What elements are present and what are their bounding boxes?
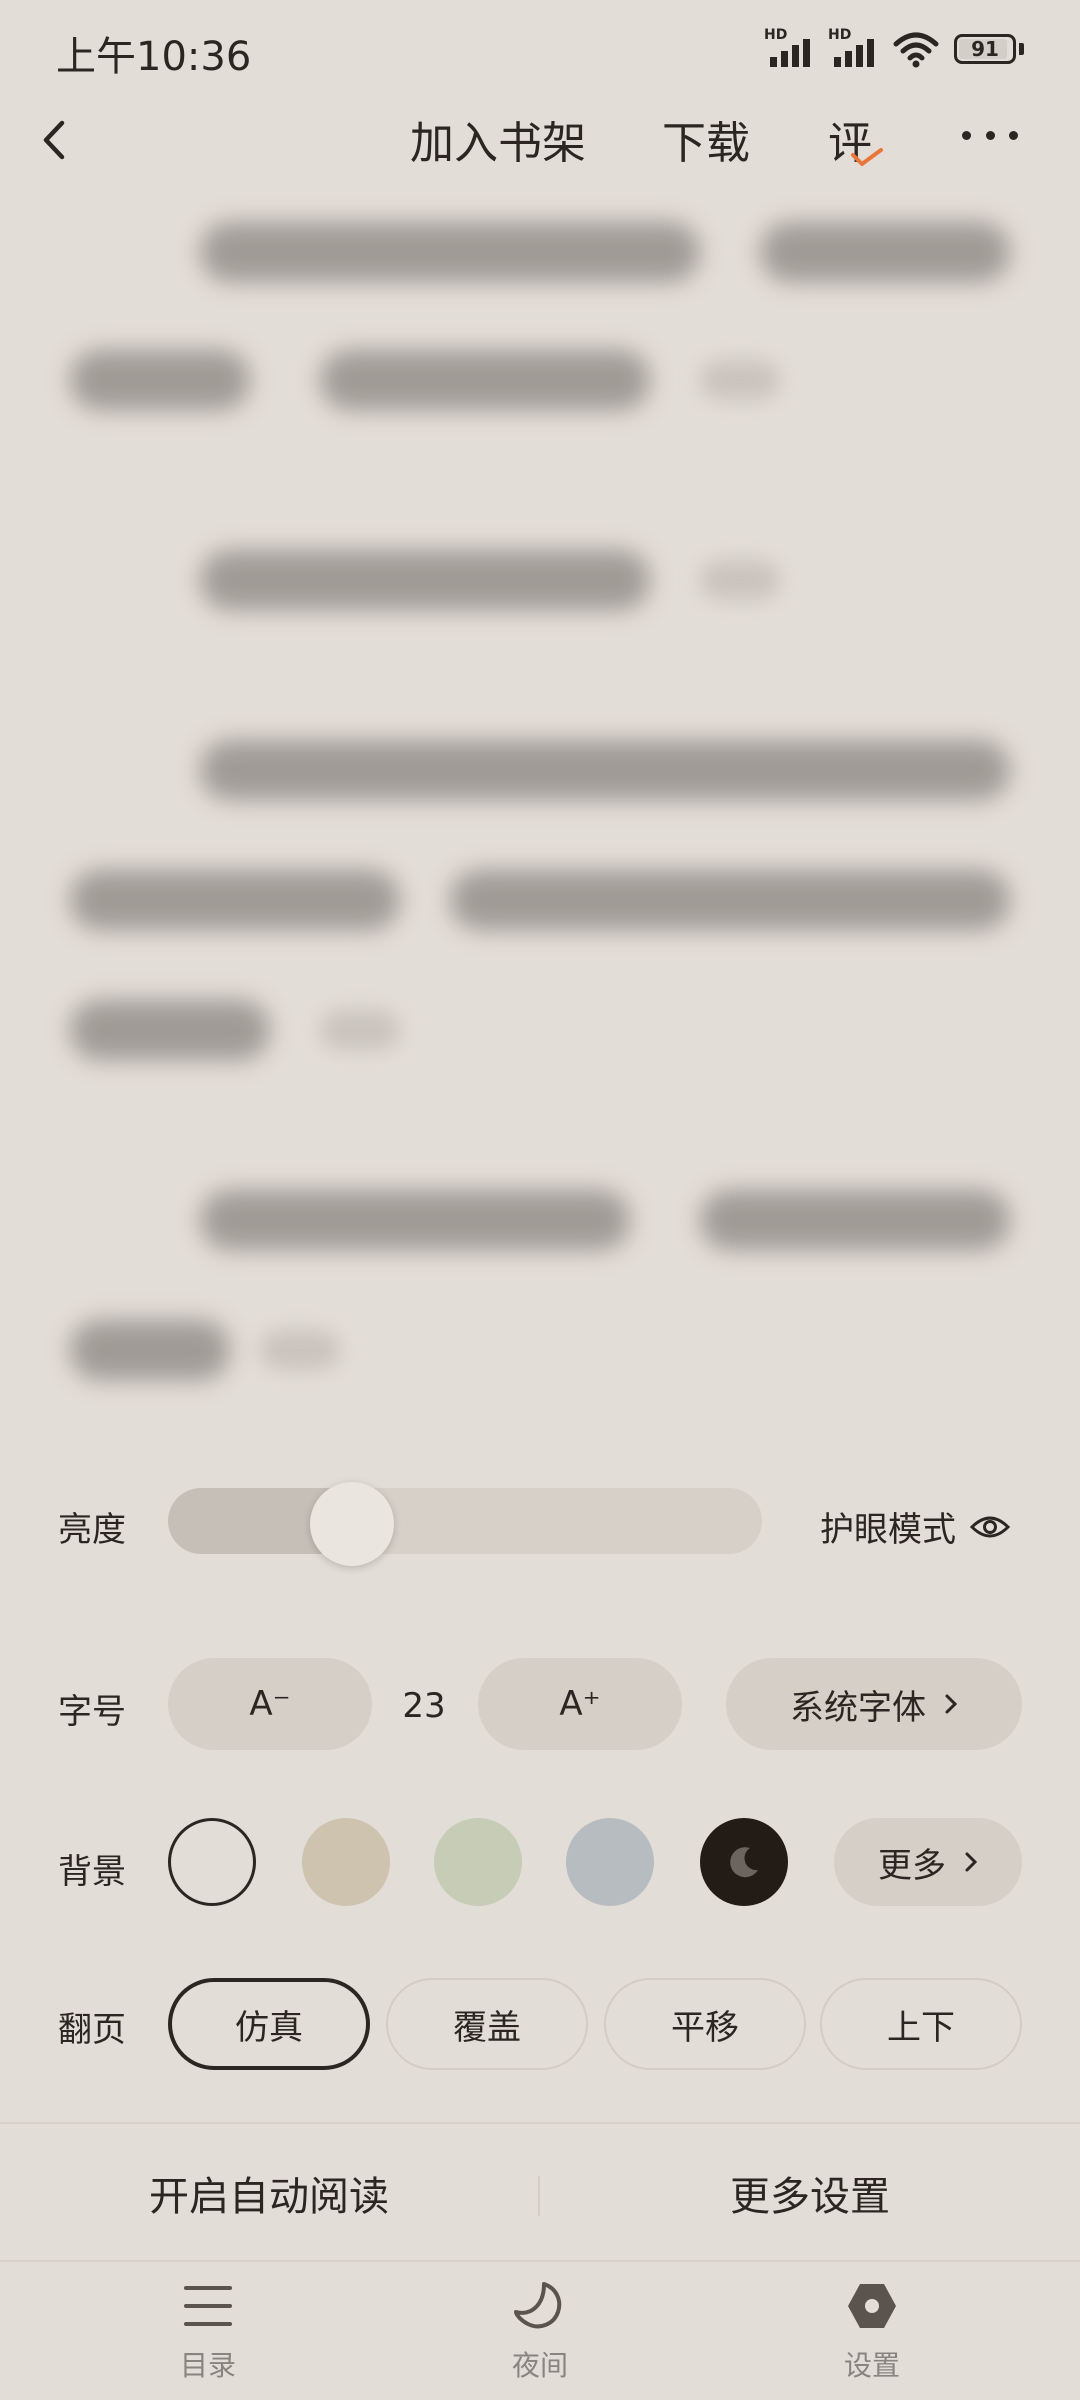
battery-level: 91 xyxy=(971,37,999,61)
background-more-label: 更多 xyxy=(878,1845,946,1886)
font-family-label: 系统字体 xyxy=(790,1687,926,1728)
wifi-icon xyxy=(893,32,939,68)
more-settings-button[interactable]: 更多设置 xyxy=(540,2128,1080,2258)
bottom-nav: 目录 夜间 设置 xyxy=(0,2262,1080,2400)
font-size-label: 字号 xyxy=(58,1692,126,1732)
battery-icon: 91 xyxy=(954,34,1024,64)
status-time: 上午10:36 xyxy=(56,34,252,80)
settings-hexagon-icon xyxy=(848,2284,896,2328)
auto-read-button[interactable]: 开启自动阅读 xyxy=(0,2128,538,2258)
nav-label-toc: 目录 xyxy=(179,2349,236,2382)
nav-item-night[interactable]: 夜间 xyxy=(440,2262,640,2400)
eye-icon xyxy=(970,1516,1010,1537)
eye-protection-toggle[interactable]: 护眼模式 xyxy=(820,1502,1010,1551)
background-swatch-green[interactable] xyxy=(434,1818,522,1906)
status-icons: HD HD 91 xyxy=(764,27,1024,68)
background-swatch-dark[interactable] xyxy=(700,1818,788,1906)
background-more-button[interactable]: 更多 xyxy=(834,1818,1022,1906)
background-swatch-blue[interactable] xyxy=(566,1818,654,1906)
reader-screen: 上午10:36 HD HD 91 加入书架 下载 评 亮度 护眼模式 字号 A⁻… xyxy=(0,0,1080,2400)
nav-label-settings: 设置 xyxy=(843,2349,900,2382)
font-increase-button[interactable]: A⁺ xyxy=(478,1658,682,1750)
page-flip-option-slide[interactable]: 平移 xyxy=(604,1978,806,2070)
divider xyxy=(0,2122,1080,2124)
font-family-button[interactable]: 系统字体 xyxy=(726,1658,1022,1750)
chevron-right-icon xyxy=(945,1694,958,1714)
font-size-value: 23 xyxy=(402,1686,446,1726)
list-icon xyxy=(184,2286,232,2326)
reading-content-blurred[interactable] xyxy=(0,190,1080,1430)
page-flip-label: 翻页 xyxy=(58,2010,126,2050)
brightness-slider[interactable] xyxy=(168,1488,762,1554)
page-flip-option-cover[interactable]: 覆盖 xyxy=(386,1978,588,2070)
chevron-right-icon xyxy=(965,1852,978,1872)
page-flip-option-simulate[interactable]: 仿真 xyxy=(168,1978,370,2070)
more-options-icon[interactable] xyxy=(962,125,1018,145)
download-button[interactable]: 下载 xyxy=(662,107,750,171)
status-bar: 上午10:36 HD HD 91 xyxy=(0,0,1080,90)
add-to-shelf-button[interactable]: 加入书架 xyxy=(410,107,586,171)
moon-icon xyxy=(730,1847,758,1878)
moon-icon xyxy=(514,2282,562,2329)
background-swatch-white[interactable] xyxy=(168,1818,256,1906)
brightness-slider-handle[interactable] xyxy=(310,1482,395,1566)
signal-icon: HD xyxy=(828,27,878,67)
nav-item-toc[interactable]: 目录 xyxy=(108,2262,308,2400)
reader-top-bar: 加入书架 下载 评 xyxy=(0,95,1080,185)
nav-label-night: 夜间 xyxy=(511,2349,568,2382)
back-icon[interactable] xyxy=(30,115,80,165)
review-check-icon xyxy=(851,148,883,166)
eye-protection-label: 护眼模式 xyxy=(820,1510,956,1550)
background-label: 背景 xyxy=(58,1852,126,1892)
page-flip-option-vertical[interactable]: 上下 xyxy=(820,1978,1022,2070)
signal-icon: HD xyxy=(764,27,814,67)
nav-item-settings[interactable]: 设置 xyxy=(772,2262,972,2400)
background-swatch-beige[interactable] xyxy=(302,1818,390,1906)
font-decrease-button[interactable]: A⁻ xyxy=(168,1658,372,1750)
brightness-label: 亮度 xyxy=(58,1510,126,1550)
